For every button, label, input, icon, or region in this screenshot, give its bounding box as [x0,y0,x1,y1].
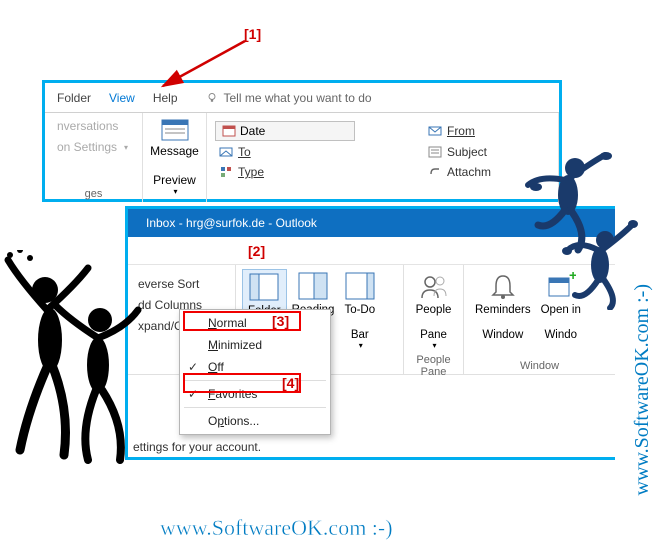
from-icon [428,125,442,137]
group-label-people: People Pane [410,354,457,378]
ribbon-tab-row: Folder View Help Tell me what you want t… [45,83,559,113]
to-icon [219,146,233,158]
watermark-side: www.SoftwareOK.com :-) [631,284,654,495]
watermark-bottom: www.SoftwareOK.com :-) [160,515,393,541]
group-label-messages: ges [53,186,134,200]
people-pane-button[interactable]: PeoplePane▾ [410,269,457,354]
conversation-settings-button[interactable]: on Settings▾ [53,138,134,156]
todo-bar-button[interactable]: To-DoBar▾ [339,269,380,356]
account-settings-text: ettings for your account. [133,440,261,454]
menu-item-minimized[interactable]: Minimized [180,334,330,356]
menu-item-options[interactable]: Options... [180,410,330,432]
callout-4: [4] [282,375,299,391]
folder-pane-dropdown: Normal Minimized ✓Off ✓Favorites Options… [179,309,331,435]
ribbon-group-people: PeoplePane▾ People Pane [404,265,464,374]
arrange-to-button[interactable]: To [215,143,410,161]
tell-me-search[interactable]: Tell me what you want to do [206,91,372,105]
subject-icon [428,146,442,158]
bell-icon [488,272,518,300]
ribbon-group-preview: MessagePreview▾ [143,113,207,202]
outlook-ribbon-window-1: Folder View Help Tell me what you want t… [42,80,562,202]
ribbon-group-messages: nversations on Settings▾ ges [45,113,143,202]
arrow-to-view-tab [155,36,250,92]
callout-2: [2] [248,243,265,259]
tell-me-label: Tell me what you want to do [224,91,372,105]
show-conversations-button[interactable]: nversations [53,117,134,135]
menu-separator [184,407,326,408]
people-icon [419,272,449,300]
tab-help[interactable]: Help [153,91,178,105]
menu-item-normal[interactable]: Normal [180,312,330,334]
attachment-icon [428,166,442,178]
todo-bar-icon [345,272,375,300]
message-preview-icon [161,119,189,141]
arrange-type-button[interactable]: Type [215,163,410,181]
decorative-dancing-figures [0,250,145,480]
reading-pane-icon [298,272,328,300]
callout-3: [3] [272,313,289,329]
arrange-from-button[interactable]: From [424,121,550,141]
type-icon [219,166,233,178]
menu-item-favorites[interactable]: ✓Favorites [180,383,330,405]
arrange-date-button[interactable]: Date [215,121,355,141]
group-label-window: Window [470,360,609,372]
tab-view[interactable]: View [109,91,135,105]
window-title: Inbox - hrg@surfok.de - Outlook [146,216,317,230]
reverse-sort-button[interactable]: everse Sort [134,275,229,293]
folder-pane-icon [249,273,279,301]
menu-separator [184,380,326,381]
ribbon-group-arrangement: Date From To Subject Type Attachm [207,113,559,202]
menu-item-off[interactable]: ✓Off [180,356,330,378]
message-preview-button[interactable]: MessagePreview▾ [151,117,198,199]
lightbulb-icon [206,92,218,104]
check-icon: ✓ [188,360,198,374]
tab-folder[interactable]: Folder [57,91,91,105]
check-icon: ✓ [188,387,198,401]
ribbon-row-1: nversations on Settings▾ ges MessagePrev… [45,113,559,202]
date-icon [222,125,236,137]
